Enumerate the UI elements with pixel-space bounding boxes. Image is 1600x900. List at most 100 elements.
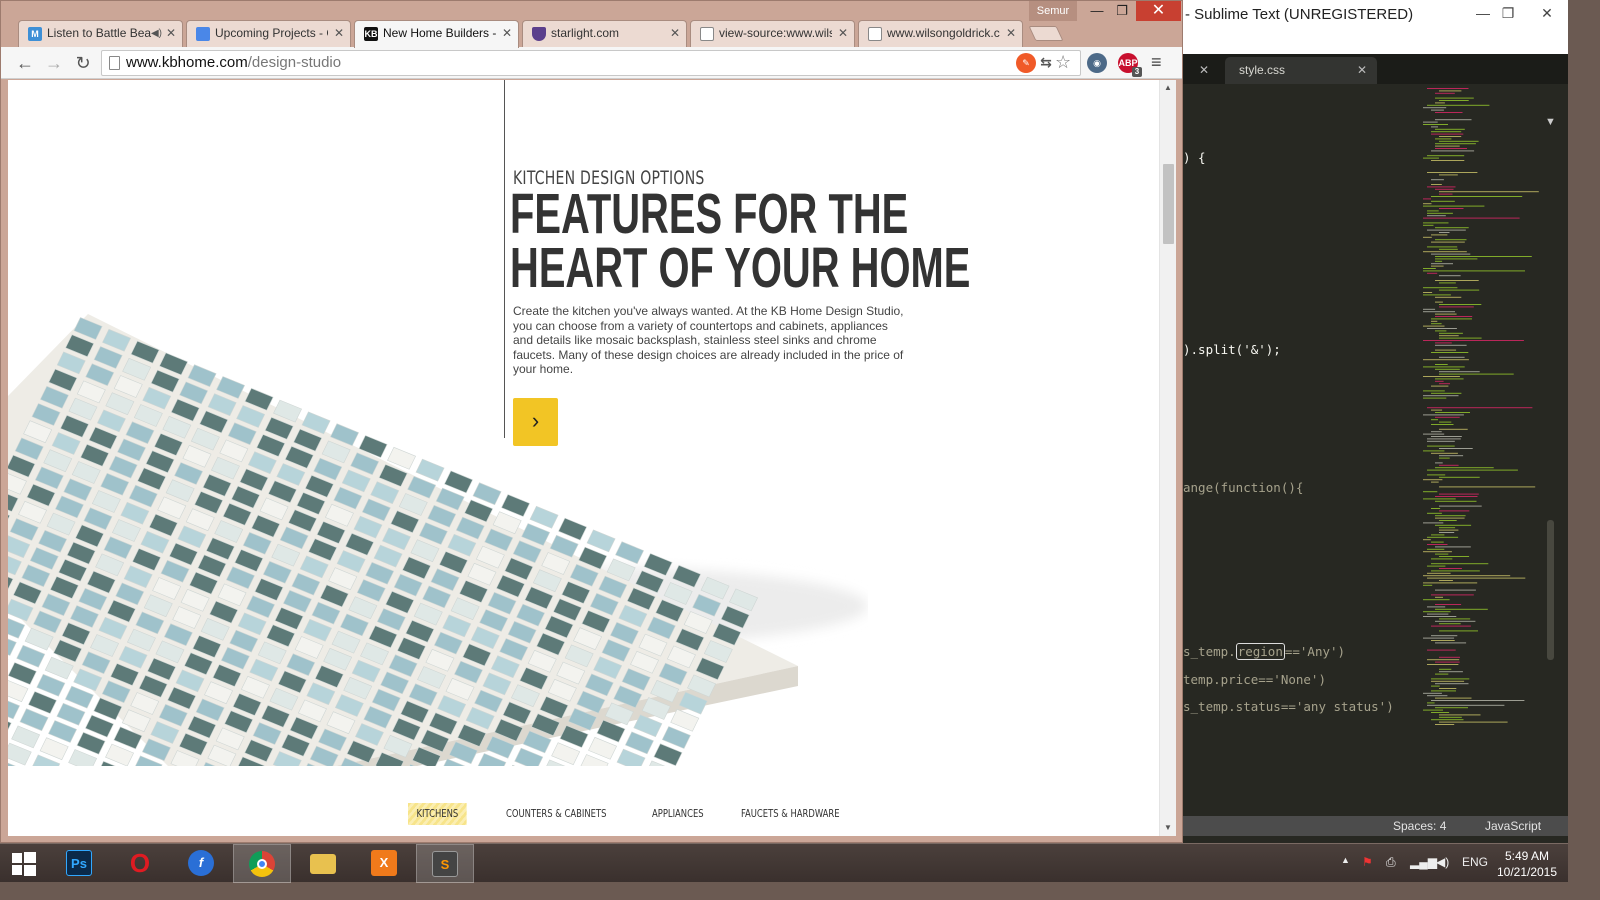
next-button[interactable]: › <box>513 398 558 446</box>
clock-time: 5:49 AM <box>1504 849 1550 863</box>
taskbar-firefox[interactable]: f <box>172 844 230 883</box>
subnav-faucets-hardware[interactable]: FAUCETS & HARDWARE <box>741 803 840 825</box>
close-icon[interactable]: ✕ <box>166 21 176 46</box>
mosaic-tile <box>48 720 78 743</box>
tab-new-home-builders[interactable]: KB New Home Builders - ✕ <box>354 20 519 48</box>
minimap-line <box>1427 155 1465 157</box>
taskbar-sublime[interactable]: S <box>416 844 474 883</box>
scroll-down-arrow-icon[interactable]: ▼ <box>1160 820 1176 836</box>
address-bar[interactable]: www.kbhome.com/design-studio <box>101 50 1081 76</box>
minimap-line <box>1435 256 1532 257</box>
sublime-tab-js[interactable]: ✕ <box>1163 57 1219 84</box>
show-hidden-icons-icon[interactable]: ▲ <box>1341 855 1350 865</box>
minimap-line <box>1427 664 1459 665</box>
sublime-tab-style-css[interactable]: style.css ✕ <box>1225 57 1377 84</box>
minimap-line <box>1427 659 1460 661</box>
tab-view-source[interactable]: view-source:www.wils ✕ <box>690 20 855 47</box>
subnav-kitchens[interactable]: KITCHENS <box>408 803 467 825</box>
minimap-line <box>1439 356 1465 358</box>
minimap-line <box>1423 251 1467 253</box>
close-icon[interactable]: ✕ <box>1357 57 1367 84</box>
minimap-line <box>1431 200 1455 202</box>
reload-icon[interactable]: ↻ <box>71 51 95 75</box>
taskbar-xampp[interactable]: X <box>355 844 413 883</box>
taskbar-opera[interactable]: O <box>111 844 169 883</box>
profile-button[interactable]: Semur <box>1029 1 1077 21</box>
input-language[interactable]: ENG <box>1462 855 1488 869</box>
minimap-line <box>1435 724 1455 725</box>
tab-battle-beast[interactable]: M Listen to Battle Bea ◀) ✕ <box>18 20 183 47</box>
minimap-line <box>1439 332 1463 334</box>
minimap-line <box>1431 700 1525 701</box>
close-icon[interactable]: ✕ <box>670 21 680 46</box>
tab-wilsongoldrick[interactable]: www.wilsongoldrick.co ✕ <box>858 20 1023 47</box>
page-icon <box>868 27 882 41</box>
subnav-counters-cabinets[interactable]: COUNTERS & CABINETS <box>506 803 606 825</box>
code-minimap[interactable] <box>1423 84 1553 734</box>
action-center-flag-icon[interactable]: ⚑ <box>1362 855 1373 869</box>
minimap-line <box>1431 126 1438 128</box>
new-tab-button[interactable] <box>1028 26 1064 41</box>
minimap-line <box>1435 227 1469 229</box>
minimap-line <box>1439 208 1464 209</box>
docs-icon <box>196 27 210 41</box>
close-icon[interactable]: ✕ <box>1006 21 1016 46</box>
speaker-icon[interactable]: ◀) <box>151 21 162 46</box>
taskbar-photoshop[interactable]: Ps <box>50 844 108 883</box>
window-close-button[interactable]: ✕ <box>1136 1 1181 21</box>
minimap-line <box>1431 323 1442 325</box>
minimap-line <box>1423 222 1449 224</box>
adblock-plus-icon[interactable]: ABP 3 <box>1118 53 1142 77</box>
code-segment: s_temp. <box>1183 644 1236 659</box>
window-close-icon[interactable]: ✕ <box>1528 2 1566 24</box>
minimap-line <box>1431 385 1449 387</box>
minimap-line <box>1435 546 1471 548</box>
mosaic-tile <box>661 726 691 749</box>
minimap-line <box>1423 709 1443 711</box>
close-icon[interactable]: ✕ <box>838 21 848 46</box>
minimap-line <box>1431 431 1442 433</box>
sublime-scrollbar[interactable] <box>1547 520 1554 660</box>
close-icon[interactable]: ✕ <box>334 21 344 46</box>
minimap-line <box>1431 712 1450 713</box>
system-clock[interactable]: 5:49 AM 10/21/2015 <box>1492 848 1562 880</box>
tab-label: New Home Builders - <box>383 26 496 40</box>
taskbar-chrome[interactable] <box>233 844 291 883</box>
mosaic-tile <box>105 743 135 766</box>
network-signal-icon[interactable]: ▂▄▆ <box>1410 855 1437 869</box>
syntax-setting[interactable]: JavaScript <box>1485 816 1541 836</box>
mosaic-tile <box>444 470 474 494</box>
tab-upcoming-projects[interactable]: Upcoming Projects - G ✕ <box>186 20 351 47</box>
scroll-thumb[interactable] <box>1163 164 1174 244</box>
code-line: s_temp.status=='any status') <box>1183 699 1394 714</box>
eye-extension-icon[interactable]: ◉ <box>1087 53 1107 73</box>
minimap-line <box>1431 594 1474 596</box>
minimap-line <box>1423 198 1431 200</box>
page-scrollbar[interactable]: ▲ ▼ <box>1159 80 1176 836</box>
volume-icon[interactable]: ◀) <box>1436 855 1449 869</box>
shield-icon <box>532 27 546 41</box>
minimap-line <box>1423 479 1443 481</box>
minimap-line <box>1439 306 1474 308</box>
tab-starlight[interactable]: starlight.com ✕ <box>522 20 687 47</box>
brush-extension-icon[interactable]: ✎ <box>1016 53 1036 73</box>
minimap-line <box>1427 215 1446 217</box>
sublime-window: - Sublime Text (UNREGISTERED) — ❐ ✕ ✕ st… <box>1183 0 1568 843</box>
back-arrow-icon[interactable]: ← <box>13 51 37 75</box>
xampp-icon: X <box>371 850 397 876</box>
subnav-appliances[interactable]: APPLIANCES <box>652 803 704 825</box>
close-icon[interactable]: ✕ <box>502 21 512 46</box>
maximize-icon[interactable]: ❐ <box>1497 2 1519 24</box>
bookmark-star-icon[interactable]: ☆ <box>1055 52 1071 73</box>
abp-badge: 3 <box>1132 67 1142 77</box>
taskbar-file-explorer[interactable] <box>294 844 352 883</box>
power-icon[interactable]: ⎙ <box>1386 855 1396 870</box>
indentation-setting[interactable]: Spaces: 4 <box>1393 816 1446 836</box>
start-button[interactable] <box>0 844 48 883</box>
forward-arrow-icon[interactable]: → <box>42 51 66 75</box>
close-icon[interactable]: ✕ <box>1199 57 1209 84</box>
translate-icon[interactable]: ⇆ <box>1036 52 1056 72</box>
minimize-icon[interactable]: — <box>1084 1 1110 21</box>
minimize-icon[interactable]: — <box>1472 2 1494 24</box>
maximize-icon[interactable]: ❐ <box>1109 1 1135 21</box>
